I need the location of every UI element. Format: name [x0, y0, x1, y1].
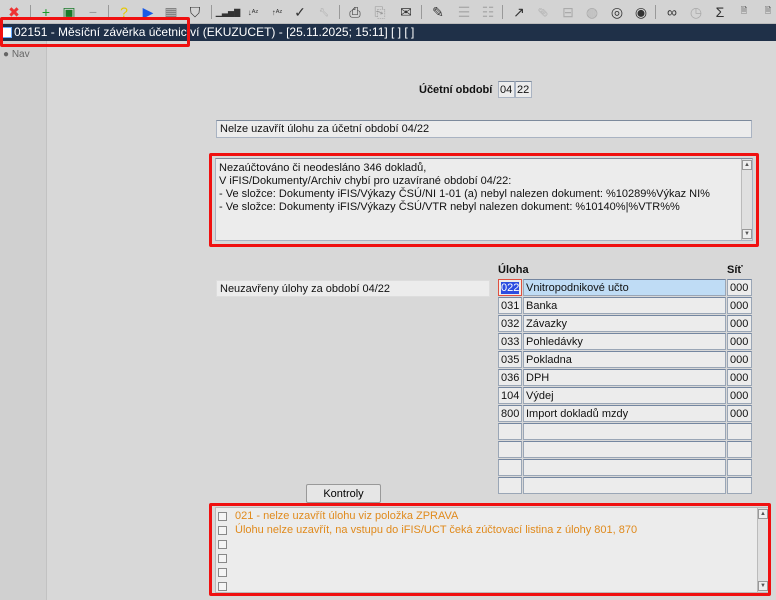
eye-icon[interactable]: ◉	[632, 3, 650, 21]
task-code-cell[interactable]	[498, 441, 522, 458]
task-net-cell[interactable]	[727, 459, 752, 476]
task-code-cell[interactable]	[498, 477, 522, 494]
wrench-icon[interactable]: 🔧︎	[315, 3, 333, 21]
signpost-icon[interactable]: ⊟	[559, 3, 577, 21]
excel-export-icon[interactable]: 🗎︎	[735, 3, 753, 21]
task-name-cell[interactable]: DPH	[523, 369, 726, 386]
task-net-cell[interactable]: 000	[727, 333, 752, 350]
nav-toggle[interactable]: ● Nav	[3, 49, 30, 60]
task-code-cell[interactable]: 022	[498, 279, 522, 296]
selected-text: 022	[501, 282, 520, 294]
task-net-cell[interactable]: 000	[727, 315, 752, 332]
task-code-cell[interactable]: 035	[498, 351, 522, 368]
task-name-cell[interactable]	[523, 459, 726, 476]
unclosed-label: Neuzavřeny úlohy za období 04/22	[216, 280, 490, 297]
period-month-input[interactable]: 04	[498, 81, 515, 98]
task-net-cell[interactable]: 000	[727, 387, 752, 404]
sort-desc-icon[interactable]: ↑ᴬᶻ	[268, 3, 286, 21]
task-name-cell[interactable]	[523, 441, 726, 458]
task-code-cell[interactable]	[498, 423, 522, 440]
task-name-cell[interactable]	[523, 423, 726, 440]
toolbar-separator	[655, 5, 656, 19]
sigma-icon[interactable]: Σ	[711, 3, 729, 21]
task-name-cell[interactable]: Vnitropodnikové učto	[523, 279, 726, 296]
nav-panel	[0, 41, 47, 600]
task-name-cell[interactable]: Pokladna	[523, 351, 726, 368]
task-code-cell[interactable]: 032	[498, 315, 522, 332]
period-year-input[interactable]: 22	[515, 81, 532, 98]
clock-icon[interactable]: ◷	[687, 3, 705, 21]
globe-icon[interactable]: ◍	[583, 3, 601, 21]
check-all-icon[interactable]: ✓	[291, 3, 309, 21]
toolbar-separator	[502, 5, 503, 19]
task-net-cell[interactable]: 000	[727, 351, 752, 368]
kontroly-button[interactable]: Kontroly	[306, 484, 381, 503]
task-code-cell[interactable]: 104	[498, 387, 522, 404]
external-link-icon[interactable]: ↗	[510, 3, 528, 21]
list-icon[interactable]: ☰	[455, 3, 473, 21]
task-net-cell[interactable]: 000	[727, 279, 752, 296]
task-name-cell[interactable]	[523, 477, 726, 494]
compass-icon[interactable]: ◎	[608, 3, 626, 21]
edit-icon[interactable]: ✎	[429, 3, 447, 21]
task-code-cell[interactable]: 800	[498, 405, 522, 422]
task-net-cell[interactable]: 000	[727, 369, 752, 386]
checklist-icon[interactable]: ☷	[479, 3, 497, 21]
toolbar-separator	[339, 5, 340, 19]
highlight-box	[209, 153, 759, 247]
toolbar-separator	[421, 5, 422, 19]
nav-label: Nav	[11, 49, 30, 60]
task-net-cell[interactable]	[727, 441, 752, 458]
task-net-cell[interactable]	[727, 423, 752, 440]
task-code-cell[interactable]: 031	[498, 297, 522, 314]
print-preview-icon[interactable]: ⎘	[371, 3, 389, 21]
task-code-cell[interactable]: 036	[498, 369, 522, 386]
sort-asc-icon[interactable]: ↓ᴬᶻ	[244, 3, 262, 21]
net-column-header: Síť	[727, 264, 743, 276]
task-name-cell[interactable]: Závazky	[523, 315, 726, 332]
task-name-cell[interactable]: Import dokladů mzdy	[523, 405, 726, 422]
highlight-box	[209, 503, 771, 596]
mail-icon[interactable]: ✉	[397, 3, 415, 21]
period-label: Účetní období	[419, 84, 493, 96]
task-code-cell[interactable]: 033	[498, 333, 522, 350]
highlight-box	[0, 17, 190, 47]
task-name-cell[interactable]: Výdej	[523, 387, 726, 404]
print-icon[interactable]: ⎙	[346, 3, 364, 21]
xml-export-icon[interactable]: 🗎︎	[759, 3, 776, 21]
paperclip-icon[interactable]: 📎︎	[534, 3, 552, 21]
task-column-header: Úloha	[498, 264, 529, 276]
task-name-cell[interactable]: Pohledávky	[523, 333, 726, 350]
task-net-cell[interactable]: 000	[727, 297, 752, 314]
task-net-cell[interactable]	[727, 477, 752, 494]
toolbar-separator	[211, 5, 212, 19]
glasses-icon[interactable]: ∞	[663, 3, 681, 21]
message-field: Nelze uzavřít úlohu za účetní období 04/…	[216, 120, 752, 138]
task-net-cell[interactable]: 000	[727, 405, 752, 422]
signal-icon[interactable]: ▁▃▅▇	[216, 3, 241, 21]
task-name-cell[interactable]: Banka	[523, 297, 726, 314]
task-code-cell[interactable]	[498, 459, 522, 476]
